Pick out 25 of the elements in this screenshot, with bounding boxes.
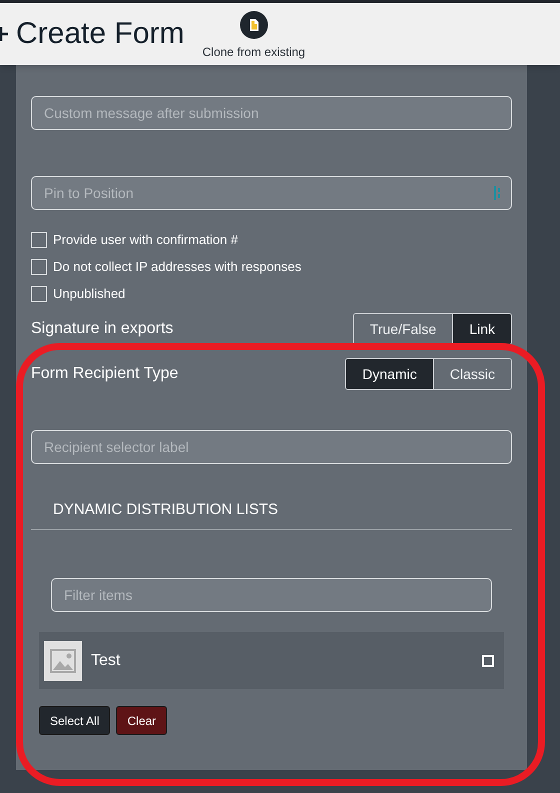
checkbox-label: Provide user with confirmation # [53, 230, 238, 249]
toggle-option[interactable]: Link [452, 314, 511, 344]
toggle-option[interactable]: Classic [432, 359, 511, 389]
section-label: Signature in exports [31, 319, 174, 339]
page-title: Create Form [16, 19, 184, 49]
document-icon[interactable] [240, 11, 268, 39]
item-name: Test [91, 650, 122, 670]
input-field[interactable]: Custom message after submission [31, 96, 512, 130]
list-item[interactable]: Test [39, 632, 504, 689]
input-field[interactable]: Recipient selector label [31, 430, 512, 464]
checkbox-label: Unpublished [53, 284, 126, 303]
checkbox[interactable] [31, 232, 47, 248]
checkbox-label: Do not collect IP addresses with responses [53, 258, 302, 276]
select-all-button[interactable]: Select All [39, 706, 110, 735]
clear-button[interactable]: Clear [116, 706, 168, 735]
section-heading: DYNAMIC DISTRIBUTION LISTS [53, 501, 278, 518]
input-field[interactable]: Filter items [51, 578, 492, 612]
section-label: Form Recipient Type [31, 364, 178, 384]
checkbox[interactable] [31, 258, 47, 274]
toggle-option[interactable]: Dynamic [346, 359, 433, 389]
input-field[interactable]: Pin to Position [31, 176, 512, 210]
clone-label[interactable]: Clone from existing [202, 43, 306, 61]
image-placeholder-icon [44, 640, 82, 680]
checkbox[interactable] [31, 286, 47, 302]
pin-icon [494, 186, 502, 200]
